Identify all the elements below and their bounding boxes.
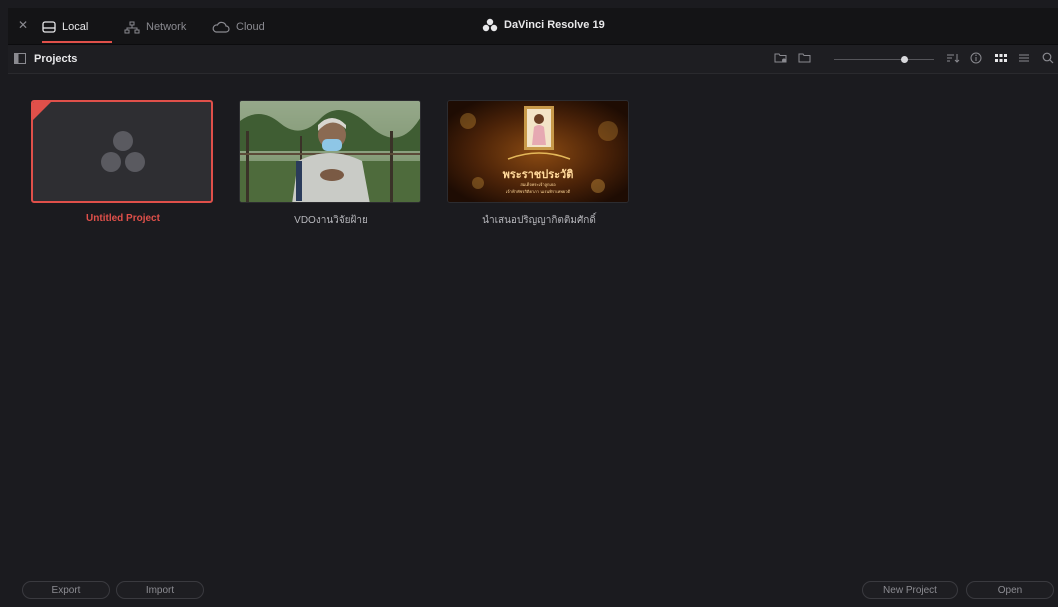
project-thumbnail[interactable]: พระราชประวัติ สมเด็จพระเจ้าลูกเธอ เจ้าฟ้…	[447, 100, 629, 203]
tab-label: Local	[62, 21, 89, 33]
sidebar-toggle-icon[interactable]	[14, 53, 26, 64]
sort-icon[interactable]	[946, 52, 960, 64]
export-button[interactable]: Export	[22, 581, 110, 599]
project-thumbnail[interactable]	[239, 100, 421, 203]
davinci-logo-icon	[482, 18, 498, 32]
new-folder-icon[interactable]	[774, 52, 788, 64]
close-icon[interactable]: ✕	[18, 18, 28, 32]
tab-label: Network	[146, 21, 187, 33]
folder-icon[interactable]	[798, 52, 812, 64]
section-title: Projects	[34, 53, 78, 65]
search-icon[interactable]	[1042, 52, 1054, 64]
project-tile-untitled[interactable]: Untitled Project	[31, 100, 215, 224]
network-icon	[124, 21, 140, 33]
info-icon[interactable]	[970, 52, 982, 64]
app-title: DaVinci Resolve 19	[482, 18, 605, 32]
project-thumbnail[interactable]	[31, 100, 213, 203]
slider-handle[interactable]	[901, 56, 908, 63]
project-tile-thai-presentation[interactable]: พระราชประวัติ สมเด็จพระเจ้าลูกเธอ เจ้าฟ้…	[447, 100, 631, 228]
project-tile-vdo[interactable]: VDOงานวิจัยฝ้าย	[239, 100, 423, 228]
list-view-icon[interactable]	[1018, 52, 1030, 64]
active-tab-indicator	[42, 41, 112, 43]
drive-icon	[42, 21, 56, 33]
projects-grid: Untitled Project VDOงานวิจัยฝ้าย พระราชป…	[8, 74, 1058, 574]
tab-local[interactable]: Local	[42, 16, 88, 38]
new-project-button[interactable]: New Project	[862, 581, 958, 599]
thumbnail-size-slider[interactable]	[834, 59, 934, 60]
video-frame-image	[240, 101, 420, 202]
project-name: VDOงานวิจัยฝ้าย	[294, 215, 368, 226]
import-button[interactable]: Import	[116, 581, 204, 599]
thumbnail-subtitle: เจ้าฟ้าพัชรกิติยาภา นเรนทิราเทพยวดี	[505, 189, 571, 194]
app-title-text: DaVinci Resolve 19	[504, 19, 605, 31]
grid-view-icon[interactable]	[994, 52, 1008, 64]
title-bar: ✕ Local Network Cloud DaVinci Resolve 19	[8, 8, 1058, 45]
projects-toolbar: Projects	[8, 45, 1058, 74]
project-name: นำเสนอปริญญากิตติมศักดิ์	[482, 215, 596, 226]
tab-network[interactable]: Network	[124, 16, 186, 38]
cloud-icon	[212, 21, 230, 33]
thumbnail-subtitle: สมเด็จพระเจ้าลูกเธอ	[520, 182, 556, 187]
open-button[interactable]: Open	[966, 581, 1054, 599]
tab-cloud[interactable]: Cloud	[212, 16, 265, 38]
current-project-flag	[33, 102, 51, 120]
project-name: Untitled Project	[86, 213, 160, 224]
tab-label: Cloud	[236, 21, 265, 33]
davinci-placeholder-icon	[101, 131, 145, 172]
